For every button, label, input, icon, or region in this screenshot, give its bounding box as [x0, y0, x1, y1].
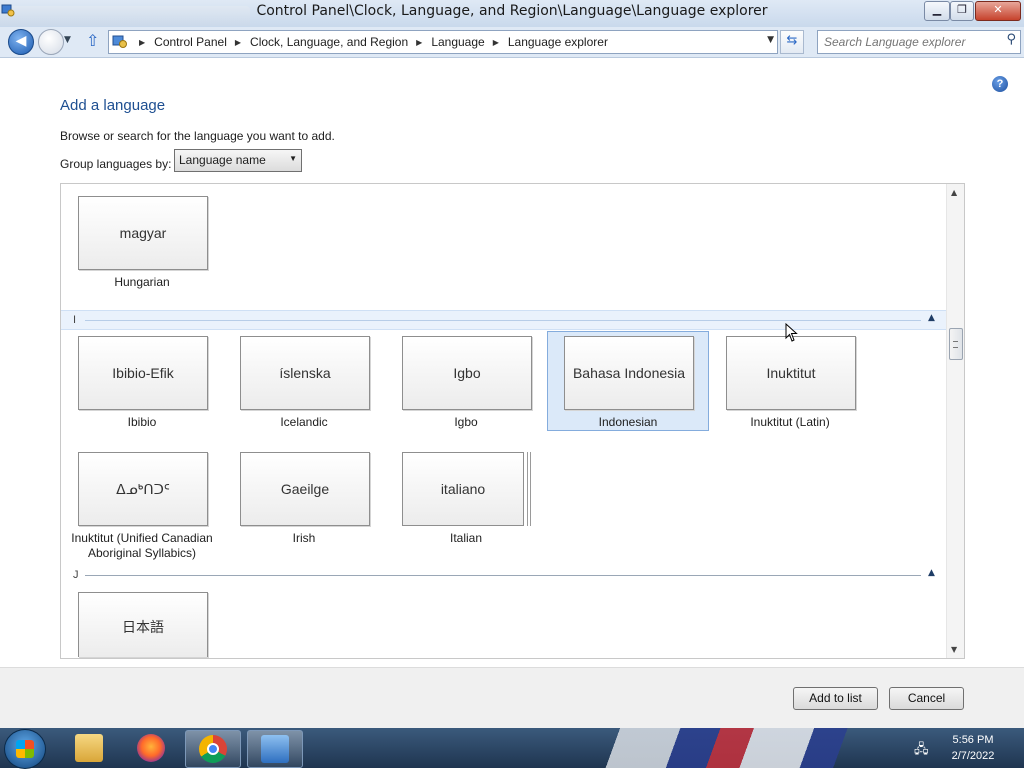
group-header-j[interactable]: J ▲ [61, 566, 946, 584]
breadcrumb-separator-icon[interactable]: ▶ [416, 32, 422, 54]
close-button[interactable]: ✕ [975, 1, 1021, 21]
language-caption-igbo: Igbo [454, 415, 478, 429]
language-tile-inuktitut-latin[interactable]: Inuktitut [726, 336, 856, 410]
language-caption-italian: Italian [449, 531, 483, 545]
breadcrumb-separator-icon[interactable]: ▶ [235, 32, 241, 54]
search-box[interactable]: ⚲ [817, 30, 1021, 54]
language-caption-inuktitut-syllabics: Inuktitut (Unified Canadian Aboriginal S… [62, 531, 222, 561]
taskbar-chrome[interactable] [185, 730, 241, 768]
cancel-button[interactable]: Cancel [889, 687, 964, 710]
breadcrumb-control-panel[interactable]: Control Panel [154, 31, 227, 53]
taskbar-firefox[interactable] [124, 730, 178, 766]
address-dropdown-icon[interactable]: ▼ [767, 35, 774, 45]
group-by-value: Language name [179, 153, 266, 167]
window-title: Control Panel\Clock, Language, and Regio… [256, 3, 768, 19]
breadcrumb-language-explorer[interactable]: Language explorer [508, 31, 608, 53]
group-header-i[interactable]: I ▲ [61, 310, 946, 330]
group-letter: I [73, 314, 77, 326]
breadcrumb-separator-icon[interactable]: ▶ [493, 32, 499, 54]
refresh-icon[interactable]: ⇆ [780, 30, 804, 54]
address-bar[interactable]: ▶ Control Panel ▶ Clock, Language, and Regi… [108, 30, 778, 54]
taskbar-control-panel[interactable] [247, 730, 303, 768]
language-tile-hungarian[interactable]: magyar [78, 196, 208, 270]
breadcrumb: ▶ Control Panel ▶ Clock, Language, and Regi… [131, 31, 608, 53]
language-caption-indonesian: Indonesian [598, 415, 658, 429]
collapse-chevron-icon[interactable]: ▲ [928, 568, 935, 578]
breadcrumb-separator-icon[interactable]: ▶ [139, 32, 145, 54]
group-by-label: Group languages by: [60, 157, 172, 171]
add-to-list-button[interactable]: Add to list [793, 687, 878, 710]
action-bar: Add to list Cancel [0, 667, 1024, 729]
start-button[interactable] [4, 729, 46, 769]
language-caption-hungarian: Hungarian [114, 275, 170, 289]
taskbar: 🖧 5:56 PM 2/7/2022 [0, 728, 1024, 769]
language-tile-italian[interactable]: italiano [402, 452, 524, 526]
vertical-scrollbar[interactable]: ▲ ▼ [946, 184, 964, 658]
scroll-down-icon[interactable]: ▼ [951, 645, 957, 654]
group-divider [85, 320, 921, 321]
minimize-button[interactable]: ▁ [924, 1, 950, 21]
maximize-button[interactable]: ❐ [950, 1, 974, 21]
language-tile-irish[interactable]: Gaeilge [240, 452, 370, 526]
language-list: magyar Hungarian I ▲ Ibibio-Efik Ibibio … [60, 183, 965, 659]
page-description: Browse or search for the language you wa… [60, 129, 335, 143]
folder-icon [75, 734, 103, 762]
language-caption-inuktitut-latin: Inuktitut (Latin) [750, 415, 830, 429]
scrollbar-thumb[interactable] [949, 328, 963, 360]
firefox-icon [137, 734, 165, 762]
title-bar: Control Panel\Clock, Language, and Regio… [0, 0, 1024, 27]
collapse-chevron-icon[interactable]: ▲ [928, 313, 935, 323]
grip-icon [953, 341, 958, 348]
help-icon[interactable]: ? [992, 76, 1008, 92]
group-divider [85, 575, 921, 576]
taskbar-explorer[interactable] [62, 730, 116, 766]
language-caption-icelandic: Icelandic [280, 415, 328, 429]
back-arrow-icon[interactable]: ◀ [8, 29, 34, 55]
caption-line: Inuktitut (Unified Canadian [71, 531, 213, 545]
scroll-up-icon[interactable]: ▲ [951, 188, 957, 197]
language-caption-ibibio: Ibibio [127, 415, 157, 429]
clock-date: 2/7/2022 [951, 750, 995, 762]
language-tile-icelandic[interactable]: íslenska [240, 336, 370, 410]
forward-arrow-icon[interactable] [38, 29, 64, 55]
recent-pages-dropdown-icon[interactable]: ▼ [64, 35, 71, 45]
page-title: Add a language [60, 97, 166, 114]
wallpaper-strip [580, 728, 900, 768]
navigation-bar: ◀ ▼ ⇧ ▶ Control Panel ▶ Clock, Language, an… [0, 27, 1024, 58]
control-panel-icon [112, 35, 127, 48]
clock-time: 5:56 PM [952, 734, 994, 746]
language-tile-indonesian[interactable]: Bahasa Indonesia [564, 336, 694, 410]
breadcrumb-language[interactable]: Language [431, 31, 484, 53]
chrome-icon [199, 735, 227, 763]
language-tile-inuktitut-syllabics[interactable]: ᐃᓄᒃᑎᑐᑦ [78, 452, 208, 526]
language-tile-ibibio[interactable]: Ibibio-Efik [78, 336, 208, 410]
search-icon[interactable]: ⚲ [1006, 32, 1016, 47]
control-panel-icon [261, 735, 289, 763]
system-clock[interactable]: 5:56 PM 2/7/2022 [938, 732, 1008, 764]
group-by-dropdown[interactable]: Language name ▼ [174, 149, 302, 172]
search-input[interactable] [822, 32, 996, 52]
windows-logo-icon [16, 740, 34, 758]
up-level-arrow-icon[interactable]: ⇧ [86, 31, 99, 50]
caption-line: Aboriginal Syllabics) [87, 546, 197, 560]
chevron-down-icon: ▼ [289, 154, 297, 163]
language-tile-japanese[interactable]: 日本語 [78, 592, 208, 657]
language-caption-irish: Irish [292, 531, 316, 545]
group-letter: J [73, 569, 79, 581]
breadcrumb-clock-language-region[interactable]: Clock, Language, and Region [250, 31, 408, 53]
network-icon[interactable]: 🖧 [914, 740, 929, 762]
language-tile-igbo[interactable]: Igbo [402, 336, 532, 410]
mouse-cursor-icon [785, 323, 798, 342]
